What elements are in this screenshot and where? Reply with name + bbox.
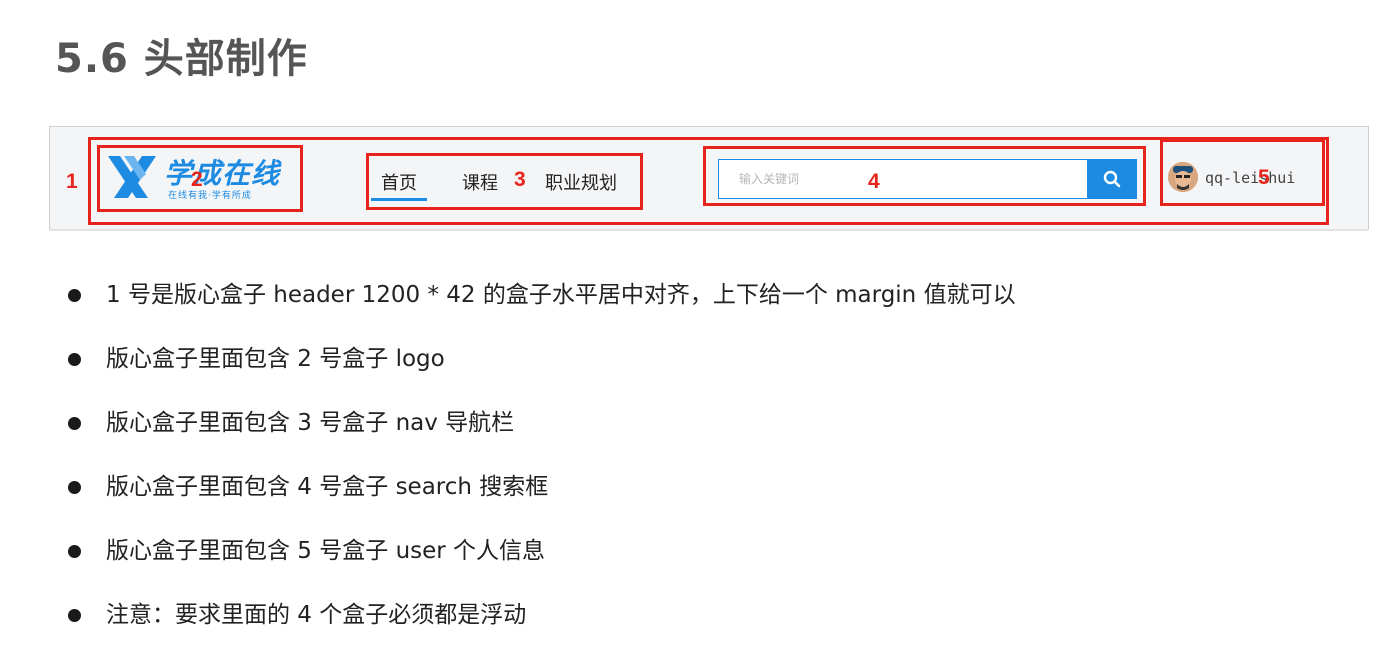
annotation-box-user	[1160, 139, 1325, 206]
annotation-number-3: 3	[514, 168, 526, 191]
annotation-number-1: 1	[66, 170, 78, 193]
list-item: 版心盒子里面包含 4 号盒子 search 搜索框	[66, 472, 1016, 536]
list-item: 版心盒子里面包含 3 号盒子 nav 导航栏	[66, 408, 1016, 472]
list-item: 版心盒子里面包含 5 号盒子 user 个人信息	[66, 536, 1016, 600]
annotation-box-nav	[366, 153, 643, 210]
bullet-dot	[68, 417, 81, 430]
bullet-dot	[68, 545, 81, 558]
bullet-dot	[68, 609, 81, 622]
annotation-number-5: 5	[1258, 166, 1270, 189]
bullet-dot	[68, 353, 81, 366]
bullet-dot	[68, 289, 81, 302]
annotation-number-2: 2	[191, 168, 203, 191]
annotation-number-4: 4	[868, 170, 880, 193]
annotation-box-search	[703, 146, 1146, 206]
list-item: 注意：要求里面的 4 个盒子必须都是浮动	[66, 600, 1016, 664]
page-title: 5.6 头部制作	[55, 36, 308, 82]
bullet-dot	[68, 481, 81, 494]
bullet-list: 1 号是版心盒子 header 1200 * 42 的盒子水平居中对齐，上下给一…	[66, 280, 1016, 664]
list-item: 1 号是版心盒子 header 1200 * 42 的盒子水平居中对齐，上下给一…	[66, 280, 1016, 344]
list-item: 版心盒子里面包含 2 号盒子 logo	[66, 344, 1016, 408]
